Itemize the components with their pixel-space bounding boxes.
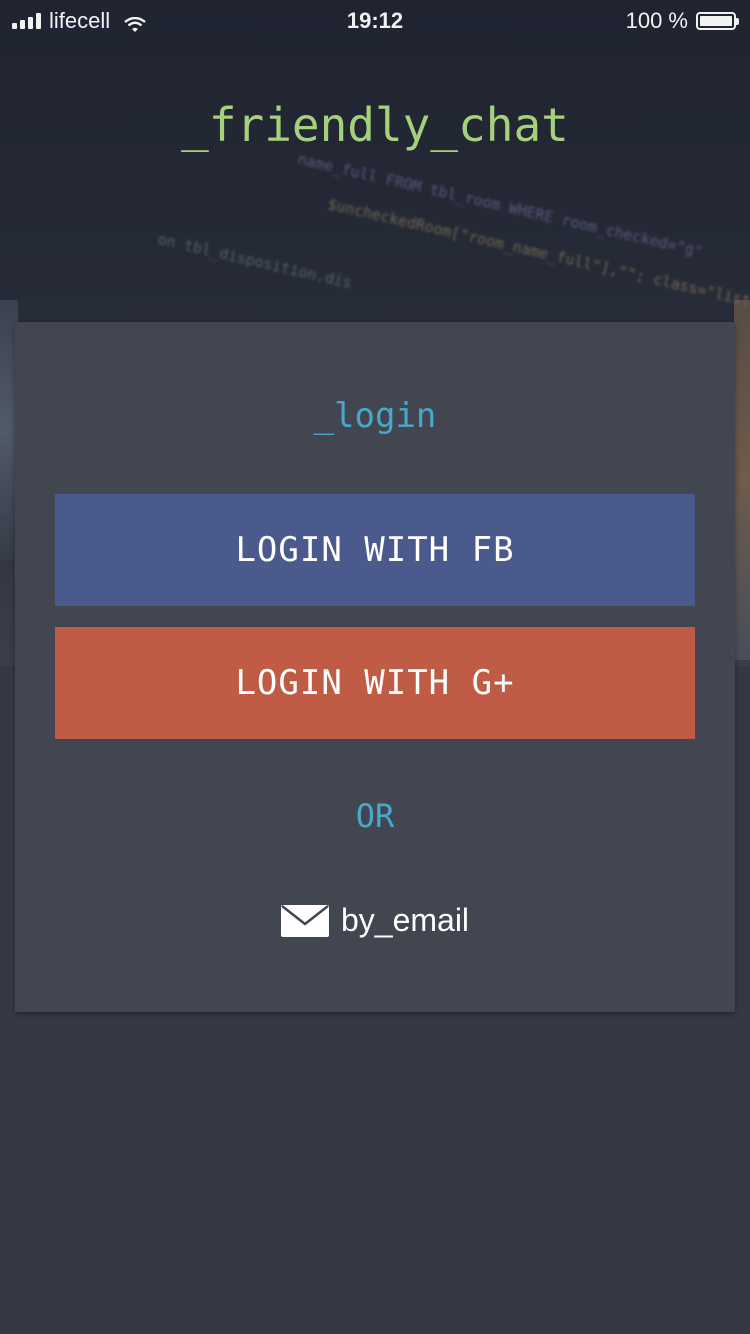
background-code-line: on tbl_disposition.dis — [155, 230, 354, 293]
login-email-link[interactable]: by_email — [15, 902, 735, 939]
battery-fill — [700, 16, 732, 26]
login-google-button[interactable]: LOGIN WITH G+ — [55, 627, 695, 739]
battery-icon — [696, 12, 739, 30]
or-separator: OR — [355, 797, 395, 835]
app-title: _friendly_chat — [181, 98, 569, 152]
login-facebook-label: LOGIN WITH FB — [235, 530, 515, 570]
status-bar: lifecell 19:12 100 % — [0, 0, 750, 40]
login-google-label: LOGIN WITH G+ — [235, 663, 515, 703]
login-email-label: by_email — [340, 902, 470, 938]
login-card: _login LOGIN WITH FB LOGIN WITH G+ OR by… — [15, 322, 735, 1012]
envelope-icon — [280, 904, 329, 937]
login-heading: _login — [313, 396, 437, 436]
background-edge-right — [734, 300, 750, 660]
status-right: 100 % — [625, 8, 739, 34]
login-facebook-button[interactable]: LOGIN WITH FB — [55, 494, 695, 606]
battery-percent: 100 % — [625, 8, 688, 33]
